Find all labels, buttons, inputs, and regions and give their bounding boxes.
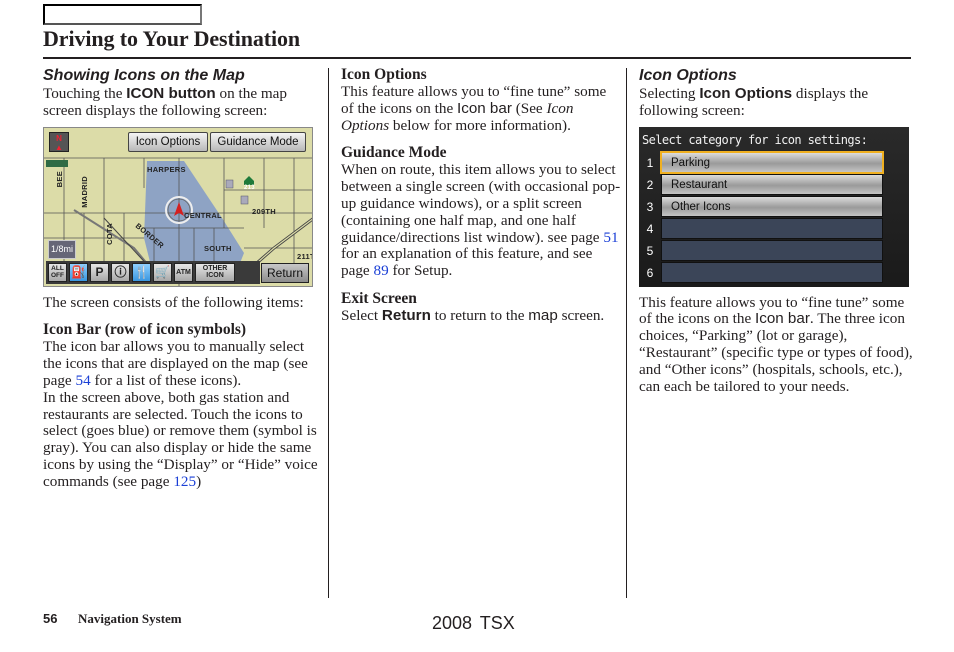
page-link-54[interactable]: 54 [75, 372, 90, 389]
return-button[interactable]: Return [261, 262, 309, 283]
option-row: 5 [639, 239, 909, 262]
screen-items-intro: The screen consists of the following ite… [43, 293, 304, 311]
icon-bar: ALL OFF ⛽ P ⓘ 🍴 🛒 ATM OTHER ICON [46, 260, 260, 284]
street-label: COTA [105, 222, 114, 245]
gas-station-icon[interactable]: ⛽ [69, 262, 88, 282]
empty-option-slot [661, 261, 883, 283]
exit-screen-paragraph: Select Return to return to the map scree… [341, 306, 605, 324]
icon-options-description: This feature allows you to “fine tune” s… [639, 293, 913, 395]
column-divider [328, 68, 329, 598]
options-screen-title: Select category for icon settings: [642, 132, 868, 147]
map-scale[interactable]: 1/8mi [48, 239, 77, 259]
column-3: Icon Options Selecting Icon Options disp… [639, 66, 914, 395]
icon-options-screen-image: Select category for icon settings: 1 Par… [639, 126, 909, 287]
section-heading-icon-options: Icon Options [341, 66, 427, 83]
atm-icon[interactable]: ATM [174, 262, 193, 282]
north-up-button[interactable]: N ▲ [49, 131, 69, 152]
icon-options-paragraph: This feature allows you to “fine tune” s… [341, 83, 607, 134]
parking-icon[interactable]: P [90, 262, 109, 282]
section-heading-icon-bar: Icon Bar (row of icon symbols) [43, 321, 247, 339]
title-divider [43, 57, 911, 59]
option-row: 6 [639, 261, 909, 284]
street-label: BEE [55, 170, 64, 187]
column-1: Showing Icons on the Map Touching the IC… [43, 66, 323, 491]
info-icon[interactable]: ⓘ [111, 262, 130, 282]
column-2: Icon Options This feature allows you to … [341, 66, 621, 325]
street-label: CENTRAL [184, 210, 222, 220]
map-screen-image: N ▲ Icon Options Guidance Mode HARPERS MA… [43, 126, 313, 287]
icon-button-term: ICON button [126, 85, 216, 102]
icon-bar-paragraph-2: In the screen above, both gas station an… [43, 388, 318, 490]
restaurant-option-button[interactable]: Restaurant [661, 173, 883, 195]
empty-option-slot [661, 217, 883, 239]
restaurant-icon[interactable]: 🍴 [132, 262, 151, 282]
all-off-button[interactable]: ALL OFF [48, 262, 67, 282]
icon-options-intro: Selecting Icon Options displays the foll… [639, 85, 869, 119]
section-tab-box [43, 4, 202, 25]
section-heading-exit-screen: Exit Screen [341, 289, 417, 307]
guidance-mode-button[interactable]: Guidance Mode [210, 131, 306, 152]
empty-option-slot [661, 239, 883, 261]
section-heading-showing-icons: Showing Icons on the Map [43, 67, 245, 84]
intro-paragraph: Touching the ICON button on the map scre… [43, 85, 287, 119]
shopping-cart-icon[interactable]: 🛒 [153, 262, 172, 282]
guidance-mode-paragraph: When on route, this item allows you to s… [341, 161, 621, 280]
street-label: HARPERS [147, 164, 186, 174]
footer-model: 2008 TSX [432, 613, 515, 633]
icon-bar-paragraph-1: The icon bar allows you to manually sele… [43, 338, 308, 389]
option-row: 1 Parking [639, 150, 909, 174]
section-heading-guidance-mode: Guidance Mode [341, 144, 447, 162]
section-heading-icon-options-italic: Icon Options [639, 67, 737, 84]
parking-option-button[interactable]: Parking [660, 150, 884, 174]
other-icon-button[interactable]: OTHER ICON [195, 262, 235, 282]
street-label: 209TH [252, 206, 277, 216]
option-row: 4 [639, 217, 909, 240]
option-row: 2 Restaurant [639, 173, 909, 196]
page-link-125[interactable]: 125 [173, 473, 196, 490]
other-icons-option-button[interactable]: Other Icons [661, 195, 883, 217]
highway-shield-label: 213 [244, 184, 255, 191]
footer-section-name: Navigation System [78, 611, 182, 626]
page-title: Driving to Your Destination [43, 26, 301, 51]
street-label: SOUTH [204, 243, 232, 253]
option-row: 3 Other Icons [639, 195, 909, 218]
page-number: 56 [43, 611, 58, 626]
page-link-51[interactable]: 51 [603, 229, 618, 246]
column-divider [626, 68, 627, 598]
street-label: MADRID [80, 175, 89, 208]
page-link-89[interactable]: 89 [373, 262, 388, 279]
icon-options-button[interactable]: Icon Options [128, 131, 208, 152]
